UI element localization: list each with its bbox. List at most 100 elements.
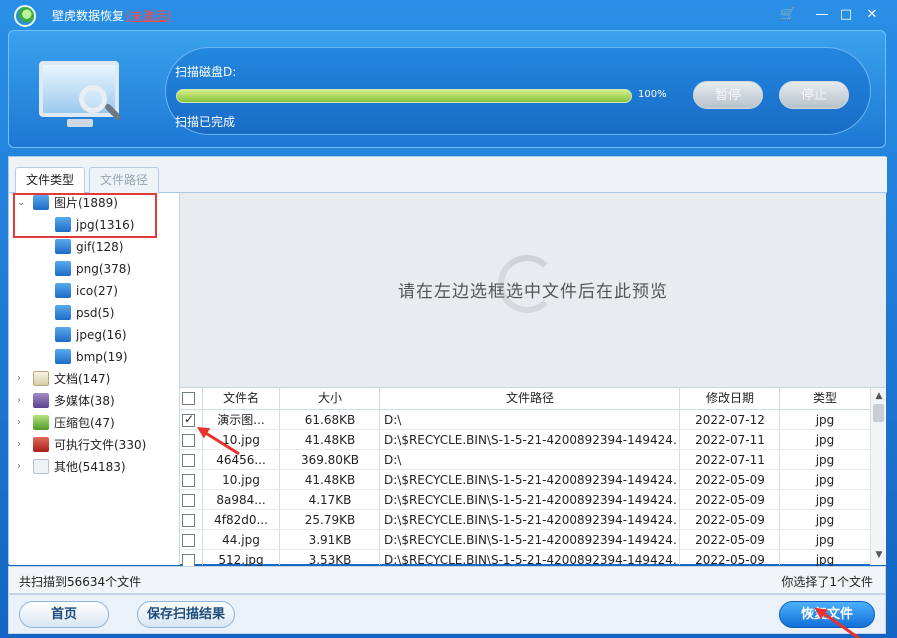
- collapsed-chevron-icon[interactable]: ›: [17, 413, 27, 433]
- tab-file-type[interactable]: 文件类型: [15, 167, 86, 194]
- select-all-checkbox[interactable]: [182, 392, 195, 405]
- table-row[interactable]: 4f82d0... 25.79KB D:\$RECYCLE.BIN\S-1-5-21…: [180, 510, 870, 530]
- tree-node-executables[interactable]: › 可执行文件(330): [17, 435, 146, 455]
- minimize-button[interactable]: —: [812, 6, 832, 24]
- maximize-button[interactable]: □: [836, 6, 856, 24]
- tree-node-label: 文档(147): [54, 372, 111, 386]
- scroll-up-icon[interactable]: ▲: [874, 391, 884, 401]
- row-checkbox[interactable]: [182, 494, 195, 507]
- tree-node-archives[interactable]: › 压缩包(47): [17, 413, 115, 433]
- main-content: 文件类型 文件路径 ⌄ 图片(1889) jpg(1316) gif(128) …: [8, 156, 887, 570]
- cell-date: 2022-07-11: [695, 433, 765, 447]
- preview-hint: 请在左边选框选中文件后在此预览: [398, 282, 668, 302]
- cell-type: jpg: [815, 413, 835, 427]
- tree-node-jpeg[interactable]: jpeg(16): [55, 325, 127, 345]
- table-scrollbar[interactable]: ▲ ▼: [870, 388, 886, 565]
- row-checkbox[interactable]: [182, 514, 195, 527]
- cell-name: 4f82d0...: [214, 513, 268, 527]
- collapsed-chevron-icon[interactable]: ›: [17, 457, 27, 477]
- other-file-icon: [33, 459, 49, 474]
- cart-icon[interactable]: 🛒: [778, 6, 798, 24]
- tree-node-label: gif(128): [76, 240, 124, 254]
- row-checkbox[interactable]: [182, 454, 195, 467]
- tree-node-psd[interactable]: psd(5): [55, 303, 114, 323]
- save-scan-results-button[interactable]: 保存扫描结果: [137, 601, 235, 628]
- pause-button[interactable]: 暂停: [693, 81, 763, 109]
- activation-link[interactable]: (未激活): [126, 9, 171, 23]
- cell-path: D:\$RECYCLE.BIN\S-1-5-21-4200892394-1494…: [384, 433, 676, 447]
- table-row[interactable]: 10.jpg 41.48KB D:\$RECYCLE.BIN\S-1-5-21-42…: [180, 430, 870, 450]
- collapsed-chevron-icon[interactable]: ›: [17, 435, 27, 455]
- row-checkbox[interactable]: [182, 434, 195, 447]
- column-header-size[interactable]: 大小: [280, 388, 380, 408]
- cell-path: D:\$RECYCLE.BIN\S-1-5-21-4200892394-1494…: [384, 513, 676, 527]
- column-header-date[interactable]: 修改日期: [680, 388, 780, 408]
- cell-date: 2022-07-12: [695, 413, 765, 427]
- scan-progress-percent: 100%: [638, 89, 667, 100]
- cell-path: D:\$RECYCLE.BIN\S-1-5-21-4200892394-1494…: [384, 533, 676, 547]
- cell-date: 2022-05-09: [695, 513, 765, 527]
- cell-date: 2022-05-09: [695, 493, 765, 507]
- column-header-name[interactable]: 文件名: [204, 388, 278, 408]
- expanded-chevron-icon[interactable]: ⌄: [17, 193, 27, 213]
- table-row[interactable]: 8a984... 4.17KB D:\$RECYCLE.BIN\S-1-5-21-4…: [180, 490, 870, 510]
- table-row[interactable]: 10.jpg 41.48KB D:\$RECYCLE.BIN\S-1-5-21-42…: [180, 470, 870, 490]
- tree-node-pictures[interactable]: ⌄ 图片(1889): [17, 193, 118, 213]
- picture-icon: [55, 239, 71, 254]
- stop-button[interactable]: 停止: [779, 81, 849, 109]
- app-name: 壁虎数据恢复: [52, 9, 125, 23]
- cell-size: 41.48KB: [304, 473, 356, 487]
- window-title: 壁虎数据恢复 (未激活): [52, 7, 171, 24]
- scroll-thumb[interactable]: [873, 404, 884, 422]
- cell-type: jpg: [815, 493, 835, 507]
- tree-node-ico[interactable]: ico(27): [55, 281, 118, 301]
- tree-node-label: 其他(54183): [54, 460, 126, 474]
- scroll-down-icon[interactable]: ▼: [874, 550, 884, 560]
- scan-progress-fill: [177, 90, 631, 102]
- cell-size: 41.48KB: [304, 433, 356, 447]
- cell-size: 4.17KB: [308, 493, 352, 507]
- executable-icon: [33, 437, 49, 452]
- file-type-tree: ⌄ 图片(1889) jpg(1316) gif(128) png(378) i…: [9, 193, 183, 565]
- cell-date: 2022-05-09: [695, 533, 765, 547]
- picture-icon: [55, 349, 71, 364]
- title-bar: 壁虎数据恢复 (未激活) 🛒 — □ ✕: [0, 0, 897, 30]
- tree-node-label: psd(5): [76, 306, 115, 320]
- preview-pane: 请在左边选框选中文件后在此预览: [180, 193, 886, 387]
- column-header-path[interactable]: 文件路径: [380, 388, 680, 408]
- archive-icon: [33, 415, 49, 430]
- tree-node-label: 压缩包(47): [54, 416, 115, 430]
- table-row[interactable]: 演示图... 61.68KB D:\ 2022-07-12 jpg: [180, 410, 870, 430]
- selected-count: 你选择了1个文件: [781, 575, 873, 589]
- picture-icon: [33, 195, 49, 210]
- row-checkbox[interactable]: [182, 534, 195, 547]
- tree-node-label: 多媒体(38): [54, 394, 115, 408]
- home-button[interactable]: 首页: [19, 601, 109, 628]
- tree-node-jpg[interactable]: jpg(1316): [49, 215, 183, 235]
- collapsed-chevron-icon[interactable]: ›: [17, 391, 27, 411]
- tree-node-other[interactable]: › 其他(54183): [17, 457, 126, 477]
- tree-node-media[interactable]: › 多媒体(38): [17, 391, 115, 411]
- cell-name: 演示图...: [217, 413, 265, 427]
- row-checkbox[interactable]: [182, 474, 195, 487]
- column-header-type[interactable]: 类型: [780, 388, 870, 408]
- picture-icon: [55, 217, 71, 232]
- tab-file-path[interactable]: 文件路径: [89, 167, 160, 193]
- row-checkbox[interactable]: [182, 412, 195, 427]
- collapsed-chevron-icon[interactable]: ›: [17, 369, 27, 389]
- tree-node-label: 图片(1889): [54, 196, 118, 210]
- close-button[interactable]: ✕: [862, 6, 882, 24]
- tree-node-documents[interactable]: › 文档(147): [17, 369, 110, 389]
- tree-node-gif[interactable]: gif(128): [55, 237, 123, 257]
- monitor-magnifier-icon: [37, 57, 125, 129]
- status-bar: 共扫描到56634个文件 你选择了1个文件: [8, 566, 886, 594]
- table-row[interactable]: 46456... 369.80KB D:\ 2022-07-11 jpg: [180, 450, 870, 470]
- tree-node-label: png(378): [76, 262, 132, 276]
- cell-type: jpg: [815, 513, 835, 527]
- table-row[interactable]: 44.jpg 3.91KB D:\$RECYCLE.BIN\S-1-5-21-420…: [180, 530, 870, 550]
- tab-bar: 文件类型 文件路径: [9, 157, 887, 194]
- tree-node-bmp[interactable]: bmp(19): [55, 347, 128, 367]
- tree-node-png[interactable]: png(378): [55, 259, 131, 279]
- media-icon: [33, 393, 49, 408]
- cell-type: jpg: [815, 533, 835, 547]
